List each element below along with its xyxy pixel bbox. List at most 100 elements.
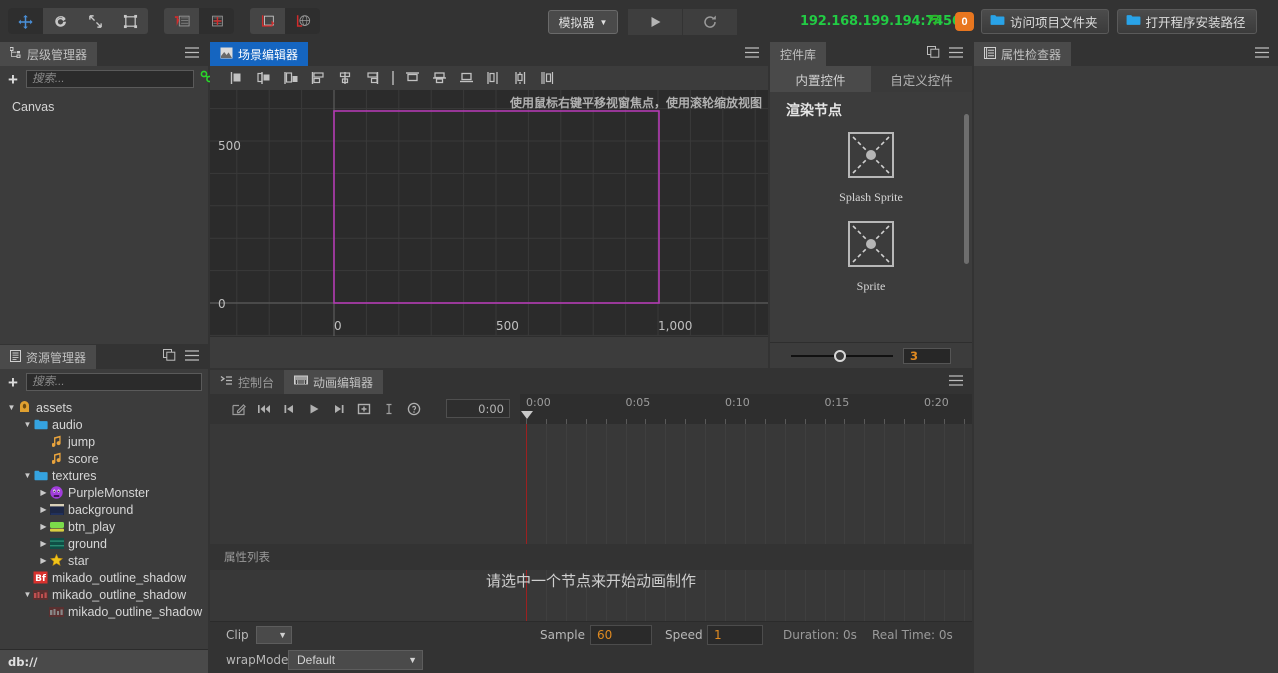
align-top-icon[interactable]	[399, 67, 426, 89]
tab-assets[interactable]: 资源管理器	[0, 345, 97, 369]
widgets-menu-icon[interactable]	[949, 45, 963, 63]
widget-zoom-slider[interactable]	[791, 349, 893, 362]
refresh-button[interactable]	[683, 9, 737, 35]
chevron-down-icon[interactable]: ▼	[6, 403, 17, 412]
assets-tree-item[interactable]: score	[0, 450, 208, 467]
assets-tree-item[interactable]: ▼ assets	[0, 399, 208, 416]
status-badge[interactable]: 0	[955, 12, 974, 31]
distribute-h-center-icon[interactable]	[507, 67, 534, 89]
hierarchy-search-input[interactable]	[25, 70, 194, 88]
speed-field[interactable]: 1	[707, 625, 763, 645]
align-box-right-icon[interactable]	[359, 67, 386, 89]
slider-knob[interactable]	[834, 349, 846, 362]
rotate-tool[interactable]	[43, 8, 78, 34]
inspector-menu-icon[interactable]	[1255, 45, 1269, 63]
chevron-right-icon[interactable]: ▶	[38, 556, 49, 565]
scene-menu-icon[interactable]	[745, 45, 759, 63]
align-bottom-icon[interactable]	[453, 67, 480, 89]
skip-start-icon[interactable]	[251, 396, 276, 422]
global-coord-tool[interactable]	[285, 8, 320, 34]
audio-note-icon	[49, 435, 64, 448]
assets-tree-item-label: audio	[52, 417, 83, 432]
tab-inspector[interactable]: 属性检查器	[974, 42, 1072, 66]
distribute-h-right-icon[interactable]	[534, 67, 561, 89]
rect-transform-tool[interactable]	[113, 8, 148, 34]
tab-widget-library[interactable]: 控件库	[770, 42, 827, 66]
wrapmode-label: wrapMode:	[226, 653, 293, 667]
local-coord-tool[interactable]	[250, 8, 285, 34]
chevron-down-icon[interactable]: ▼	[22, 590, 33, 599]
assets-tree-item[interactable]: ▼ textures	[0, 467, 208, 484]
step-forward-icon[interactable]	[326, 396, 351, 422]
scene-canvas[interactable]: 使用鼠标右键平移视窗焦点，使用滚轮缩放视图 500 0 0 500 1,000	[210, 90, 768, 336]
hierarchy-menu-icon[interactable]	[185, 45, 199, 63]
tab-hierarchy[interactable]: 层级管理器	[0, 42, 98, 66]
current-time-field[interactable]: 0:00	[446, 399, 510, 418]
assets-search-input[interactable]	[25, 373, 202, 391]
chevron-right-icon[interactable]: ▶	[38, 505, 49, 514]
widget-item-sprite[interactable]: Sprite	[770, 221, 972, 294]
tab-animation-editor[interactable]: 动画编辑器	[284, 370, 384, 394]
widget-library-panel: 控件库 内置控件 自定义控件 渲染节点 Splash Sprite Sprite…	[770, 42, 972, 368]
assets-tree-item[interactable]: mikado_outline_shadow	[0, 603, 208, 620]
widget-library-scrollbar[interactable]	[964, 114, 969, 264]
add-node-button[interactable]: +	[6, 71, 20, 88]
chevron-down-icon[interactable]: ▼	[22, 420, 33, 429]
assets-tree-item[interactable]: ▶ btn_play	[0, 518, 208, 535]
tab-custom-widgets[interactable]: 自定义控件	[871, 66, 972, 92]
play-icon[interactable]	[301, 396, 326, 422]
widget-zoom-value[interactable]: 3	[903, 347, 951, 364]
chevron-right-icon[interactable]: ▶	[38, 539, 49, 548]
assets-tree-item[interactable]: ▼ audio	[0, 416, 208, 433]
wrapmode-select[interactable]: Default ▼	[288, 650, 423, 670]
step-back-icon[interactable]	[276, 396, 301, 422]
tab-scene-editor[interactable]: 场景编辑器	[210, 42, 309, 66]
play-button[interactable]	[628, 9, 682, 35]
tab-console[interactable]: 控制台	[210, 370, 285, 394]
add-asset-button[interactable]: +	[6, 374, 20, 391]
assets-tree-item[interactable]: jump	[0, 433, 208, 450]
track-gridline	[824, 424, 826, 645]
center-tool[interactable]	[199, 8, 234, 34]
align-box-left-icon[interactable]	[305, 67, 332, 89]
sprite-placeholder-icon	[848, 132, 894, 178]
open-install-path-button[interactable]: 打开程序安装路径	[1116, 9, 1257, 34]
widget-item-splash-sprite[interactable]: Splash Sprite	[770, 132, 972, 205]
align-right-icon[interactable]	[278, 67, 305, 89]
assets-tree-item[interactable]: ▶ ground	[0, 535, 208, 552]
playhead-handle[interactable]	[521, 411, 533, 419]
open-project-folder-button[interactable]: 访问项目文件夹	[981, 9, 1109, 34]
align-center-h-icon[interactable]	[251, 67, 278, 89]
timeline-ruler[interactable]: 0:00 0:05 0:10 0:15 0:20	[520, 394, 972, 424]
chevron-right-icon[interactable]: ▶	[38, 522, 49, 531]
text-cursor-icon[interactable]	[376, 396, 401, 422]
assets-copy-icon[interactable]	[163, 348, 176, 366]
assets-tree-item[interactable]: ▶ PurpleMonster	[0, 484, 208, 501]
pivot-tool[interactable]	[164, 8, 199, 34]
assets-menu-icon[interactable]	[185, 348, 199, 366]
assets-tree-item[interactable]: ▶ background	[0, 501, 208, 518]
scale-tool[interactable]	[78, 8, 113, 34]
chevron-down-icon[interactable]: ▼	[22, 471, 33, 480]
move-tool[interactable]	[8, 8, 43, 34]
tab-builtin-widgets[interactable]: 内置控件	[770, 66, 871, 92]
align-left-icon[interactable]	[224, 67, 251, 89]
hierarchy-search-row: +	[0, 66, 213, 92]
sample-field[interactable]: 60	[590, 625, 652, 645]
pencil-square-icon[interactable]	[226, 396, 251, 422]
assets-tree-item[interactable]: Bf mikado_outline_shadow	[0, 569, 208, 586]
question-circle-icon[interactable]	[401, 396, 426, 422]
timeline-track-area[interactable]: 属性列表 请选中一个节点来开始动画制作	[210, 424, 972, 645]
plus-box-icon[interactable]	[351, 396, 376, 422]
chevron-right-icon[interactable]: ▶	[38, 488, 49, 497]
animation-menu-icon[interactable]	[949, 373, 963, 391]
simulator-select[interactable]: 模拟器 ▼	[548, 10, 618, 34]
align-box-center-icon[interactable]	[332, 67, 359, 89]
align-middle-icon[interactable]	[426, 67, 453, 89]
hierarchy-node-canvas[interactable]: Canvas	[0, 98, 208, 115]
assets-tree-item[interactable]: ▶ star	[0, 552, 208, 569]
assets-tree-item[interactable]: ▼ mikado_outline_shadow	[0, 586, 208, 603]
clip-select[interactable]: ▼	[256, 626, 292, 644]
distribute-h-left-icon[interactable]	[480, 67, 507, 89]
widgets-copy-icon[interactable]	[927, 45, 940, 63]
